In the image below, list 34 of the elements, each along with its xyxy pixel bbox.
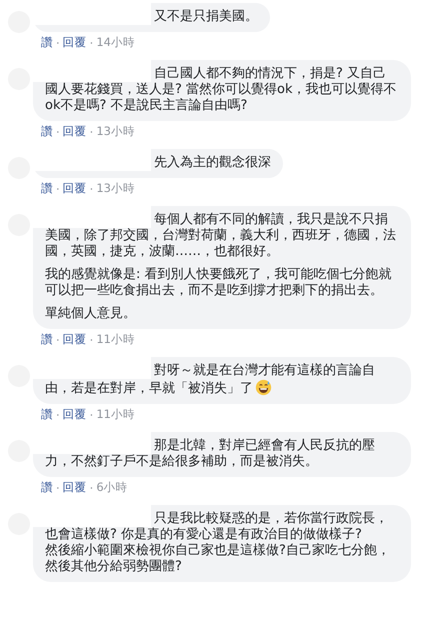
comment-text: 那是北韓，對岸已經會有人民反抗的壓力，不然釘子戶不是給很多補助，而是被消失。 [45,438,376,470]
separator-dot: · [90,480,94,494]
separator-dot: · [56,36,60,50]
like-link[interactable]: 讚 [41,124,53,139]
comment-text: 每個人都有不同的解讀，我只是說不只捐美國，除了邦交國，台灣對荷蘭，義大利，西班牙，德國，法國，英國，捷克，波蘭……，也都很好。 [45,212,397,260]
separator-dot: · [90,36,94,50]
comment-text: 單純個人意見。 [45,306,137,322]
like-link[interactable]: 讚 [41,332,53,347]
separator-dot: · [90,408,94,422]
comment-text: 先入為主的觀念很深 [153,155,271,171]
like-link[interactable]: 讚 [41,35,53,50]
reply-link[interactable]: 回覆 [62,480,87,495]
grin-sweat-emoji-icon [255,379,272,396]
separator-dot: · [90,124,94,138]
like-link[interactable]: 讚 [41,480,53,495]
separator-dot: · [90,182,94,196]
comment-text: 對呀～就是在台灣才能有這樣的言論自由，若是在對岸，早就「被消失」了 [45,363,376,397]
comment-text: 又不是只捐美國。 [153,9,258,25]
separator-dot: · [56,182,60,196]
reply-link[interactable]: 回覆 [62,332,87,347]
reply-link[interactable]: 回覆 [62,124,87,139]
comment-text: 我的感覺就像是: 看到別人快要餓死了，我可能吃個七分飽就可以把一些吃食捐出去，而不是吃到撐才把剩下的捐出去。 [45,267,393,299]
reply-link[interactable]: 回覆 [62,407,87,422]
separator-dot: · [56,124,60,138]
comment-text: 只是我比較疑惑的是，若你當行政院長，也會這樣做? 你是真的有愛心還是有政治目的做做樣子? 然後縮小範圍來檢視你自己家也是這樣做?自己家吃七分飽，然後其他分給弱勢團體? [45,511,391,575]
reply-link[interactable]: 回覆 [62,181,87,196]
separator-dot: · [90,332,94,346]
like-link[interactable]: 讚 [41,181,53,196]
separator-dot: · [56,332,60,346]
like-link[interactable]: 讚 [41,407,53,422]
reply-link[interactable]: 回覆 [62,35,87,50]
comment-text: 自己國人都不夠的情況下，捐是? 又自己國人要花錢買，送人是? 當然你可以覺得ok，我也可以覺得不ok不是嗎? 不是說民主言論自由嗎? [45,66,398,114]
separator-dot: · [56,408,60,422]
separator-dot: · [56,480,60,494]
